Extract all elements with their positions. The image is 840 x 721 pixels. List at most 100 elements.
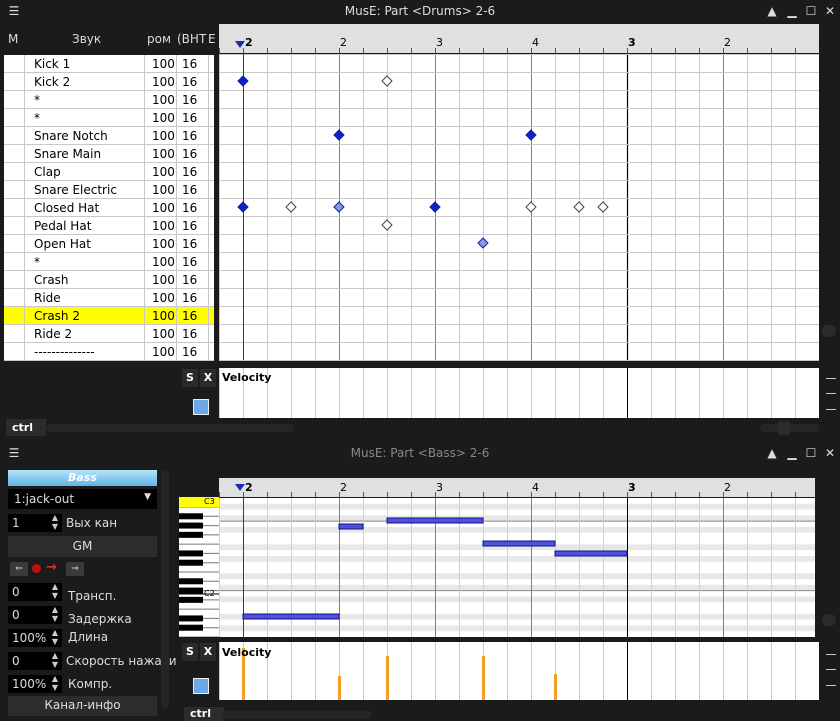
close-icon[interactable]: ✕ [822,446,838,460]
input-routing-icon[interactable]: ⇐ [10,562,28,576]
zoom-slider[interactable] [760,424,820,432]
length-label: Длина [68,630,109,644]
drum-row[interactable]: Open Hat 100 16 [4,235,214,253]
column-divider [144,55,145,73]
track-name-label: Bass [8,470,157,486]
output-port-select[interactable]: 1:jack-out ▼ [8,489,157,509]
spin-arrows-icon[interactable]: ▲ ▼ [52,582,58,600]
column-divider [208,253,209,271]
controller-select-icon[interactable] [193,678,209,694]
column-divider [176,181,177,199]
drum-row[interactable]: * 100 16 [4,91,214,109]
shade-icon[interactable]: ▲ [764,446,780,460]
spin-arrows-icon[interactable]: ▲ ▼ [52,674,58,692]
minimize-icon[interactable]: ▁ [784,446,800,460]
drum-row[interactable]: Ride 2 100 16 [4,325,214,343]
drum-grid[interactable]: 2 2 3 4 3 2 3 [219,24,819,364]
spin-arrows-icon[interactable]: ▲ ▼ [52,628,58,646]
drum-row[interactable]: Clap 100 16 [4,163,214,181]
bass-vscroll-handle[interactable] [822,614,836,626]
transpose-spinbox[interactable]: 0 ▲ ▼ [8,582,62,601]
header-volume[interactable]: ром [147,32,171,46]
hscroll[interactable] [222,711,372,719]
velocity-spinbox[interactable]: 0 ▲ ▼ [8,651,62,670]
drum-row-name: Open Hat [34,237,91,251]
ruler-label: 2 [245,36,253,49]
drum-row[interactable]: Snare Notch 100 16 [4,127,214,145]
solo-button[interactable]: S [182,643,198,661]
column-divider [208,343,209,361]
maximize-icon[interactable]: ☐ [803,4,819,18]
ruler-label: 4 [532,36,539,49]
bass-velocity-lane[interactable] [219,642,819,700]
drum-row-length: 16 [182,129,198,143]
minimize-icon[interactable]: ▁ [784,4,800,18]
drum-row[interactable]: Closed Hat 100 16 [4,199,214,217]
drum-row[interactable]: Kick 2 100 16 [4,73,214,91]
black-key [179,550,203,557]
drum-velocity-lane[interactable] [219,368,819,418]
piano-keyboard[interactable] [179,507,219,637]
midi-note [482,540,556,547]
shade-icon[interactable]: ▲ [764,4,780,18]
spin-arrows-icon[interactable]: ▲ ▼ [52,605,58,623]
drum-row[interactable]: * 100 16 [4,109,214,127]
compression-spinbox[interactable]: 100% ▲ ▼ [8,674,62,693]
record-icon[interactable] [32,564,41,573]
drum-row[interactable]: -------------- 100 16 [4,343,214,361]
hscroll[interactable] [46,424,294,432]
drum-row[interactable]: Kick 1 100 16 [4,55,214,73]
piano-roll-grid[interactable]: 2 2 3 4 3 2 3 [219,478,819,638]
channel-info-button[interactable]: Канал-инфо [8,696,157,716]
header-extra[interactable]: E [208,32,216,46]
midi-note [338,523,364,530]
side-panel-scrollbar[interactable] [161,470,169,708]
remove-lane-button[interactable]: X [200,643,216,661]
drum-row[interactable]: Pedal Hat 100 16 [4,217,214,235]
drum-row-length: 16 [182,345,198,359]
header-mute[interactable]: M [8,32,18,46]
drum-row-volume: 100 [152,255,175,269]
patch-button[interactable]: GM [8,536,157,557]
ruler-label: 2 [340,36,347,49]
drum-row[interactable]: Snare Main 100 16 [4,145,214,163]
column-divider [208,289,209,307]
drum-row-length: 16 [182,201,198,215]
drum-row[interactable]: Crash 100 16 [4,271,214,289]
drum-row-volume: 100 [152,237,175,251]
header-sound[interactable]: Звук [72,32,101,46]
drum-row[interactable]: Snare Electric 100 16 [4,181,214,199]
drum-vscroll-handle[interactable] [822,325,836,337]
pitch-label-c2-text: C2 [204,589,215,598]
ctrl-tab[interactable]: ctrl [6,419,46,436]
column-divider [176,289,177,307]
drum-row-volume: 100 [152,219,175,233]
column-divider [144,91,145,109]
close-icon[interactable]: ✕ [822,4,838,18]
drum-row-volume: 100 [152,345,175,359]
drum-row[interactable]: * 100 16 [4,253,214,271]
remove-lane-button[interactable]: X [200,369,216,387]
solo-button[interactable]: S [182,369,198,387]
delay-spinbox[interactable]: 0 ▲ ▼ [8,605,62,624]
drum-row[interactable]: Crash 2 100 16 [4,307,214,325]
drum-row-length: 16 [182,255,198,269]
length-spinbox[interactable]: 100% ▲ ▼ [8,628,62,647]
drum-vscroll[interactable] [820,54,838,362]
zoom-slider-handle[interactable] [778,421,790,435]
drum-row-name: Clap [34,165,61,179]
drum-row-name: Closed Hat [34,201,100,215]
column-divider [176,325,177,343]
maximize-icon[interactable]: ☐ [803,446,819,460]
spin-arrows-icon[interactable]: ▲ ▼ [52,513,58,531]
controller-select-icon[interactable] [193,399,209,415]
output-routing-icon[interactable]: ⇒ [66,562,84,576]
drum-row-name: * [34,93,40,107]
out-channel-spinbox[interactable]: 1 ▲ ▼ [8,513,62,532]
drum-row-volume: 100 [152,75,175,89]
header-length[interactable]: (ВНТ [177,32,206,46]
spin-arrows-icon[interactable]: ▲ ▼ [52,651,58,669]
column-divider [24,91,25,109]
arrow-right-icon[interactable]: → [46,560,57,575]
drum-row[interactable]: Ride 100 16 [4,289,214,307]
